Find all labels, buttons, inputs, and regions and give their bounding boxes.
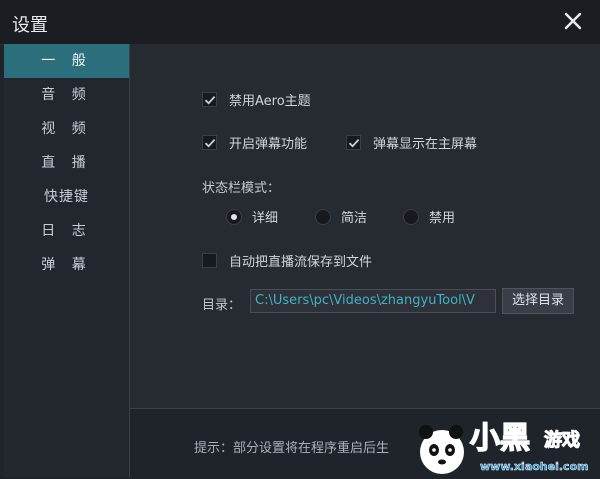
radio-selected-dot	[231, 213, 237, 220]
watermark-logo: 小黑 游戏 www.xiaohei.com	[419, 420, 589, 474]
danmaku-main-screen-label: 弹幕显示在主屏幕	[373, 137, 478, 152]
disable-aero-label: 禁用Aero主题	[229, 94, 311, 109]
close-button[interactable]	[558, 6, 588, 36]
settings-window: 设置 一 般 音 频 视 频 直 播 快捷键 日 志 弹 幕 禁用Aero主题 …	[0, 0, 600, 479]
disable-aero-row: 禁用Aero主题	[202, 90, 311, 109]
title-bar: 设置	[0, 0, 600, 45]
checkmark-icon	[204, 95, 215, 104]
status-mode-detail-label: 详细	[252, 211, 279, 226]
status-bar-mode-label: 状态栏模式：	[202, 181, 281, 196]
sidebar-item-live[interactable]: 直 播	[4, 146, 129, 180]
sidebar-item-shortcuts[interactable]: 快捷键	[4, 180, 129, 214]
status-mode-simple-option[interactable]: 简洁	[315, 207, 367, 226]
svg-text:www.xiaohei.com: www.xiaohei.com	[480, 460, 589, 473]
sidebar: 一 般 音 频 视 频 直 播 快捷键 日 志 弹 幕	[4, 44, 130, 478]
enable-danmaku-checkbox[interactable]	[202, 135, 217, 150]
checkmark-icon	[204, 138, 215, 147]
enable-danmaku-row: 开启弹幕功能	[202, 133, 307, 152]
restart-hint: 提示：部分设置将在程序重启后生	[194, 441, 390, 456]
close-icon	[564, 12, 582, 30]
settings-content: 禁用Aero主题 开启弹幕功能 弹幕显示在主屏幕 状态栏模式： 详细 简洁 禁用…	[130, 44, 600, 408]
sidebar-item-video[interactable]: 视 频	[4, 112, 129, 146]
svg-text:小黑: 小黑	[470, 421, 530, 456]
status-mode-disabled-option[interactable]: 禁用	[403, 207, 455, 226]
status-mode-detail-option[interactable]: 详细	[226, 207, 278, 226]
sidebar-item-general[interactable]: 一 般	[4, 44, 129, 78]
window-title: 设置	[12, 15, 48, 36]
danmaku-main-screen-row: 弹幕显示在主屏幕	[346, 133, 477, 152]
status-mode-detail-radio[interactable]	[226, 208, 242, 225]
sidebar-item-log[interactable]: 日 志	[4, 214, 129, 248]
sidebar-item-audio[interactable]: 音 频	[4, 78, 129, 112]
auto-save-label: 自动把直播流保存到文件	[229, 255, 373, 270]
status-mode-disabled-label: 禁用	[429, 211, 456, 226]
sidebar-item-danmaku[interactable]: 弹 幕	[4, 248, 129, 282]
directory-path-field[interactable]: C:\Users\pc\Videos\zhangyuTool\V	[250, 289, 496, 313]
directory-label: 目录：	[202, 298, 242, 313]
status-mode-disabled-radio[interactable]	[403, 208, 419, 225]
status-mode-simple-radio[interactable]	[315, 208, 331, 225]
disable-aero-checkbox[interactable]	[202, 92, 217, 107]
auto-save-checkbox[interactable]	[202, 253, 217, 268]
auto-save-row: 自动把直播流保存到文件	[202, 251, 372, 270]
enable-danmaku-label: 开启弹幕功能	[229, 137, 308, 152]
choose-directory-button[interactable]: 选择目录	[502, 288, 574, 314]
danmaku-main-screen-checkbox[interactable]	[346, 135, 361, 150]
checkmark-icon	[348, 138, 359, 147]
svg-text:游戏: 游戏	[544, 429, 580, 451]
status-mode-simple-label: 简洁	[341, 211, 368, 226]
